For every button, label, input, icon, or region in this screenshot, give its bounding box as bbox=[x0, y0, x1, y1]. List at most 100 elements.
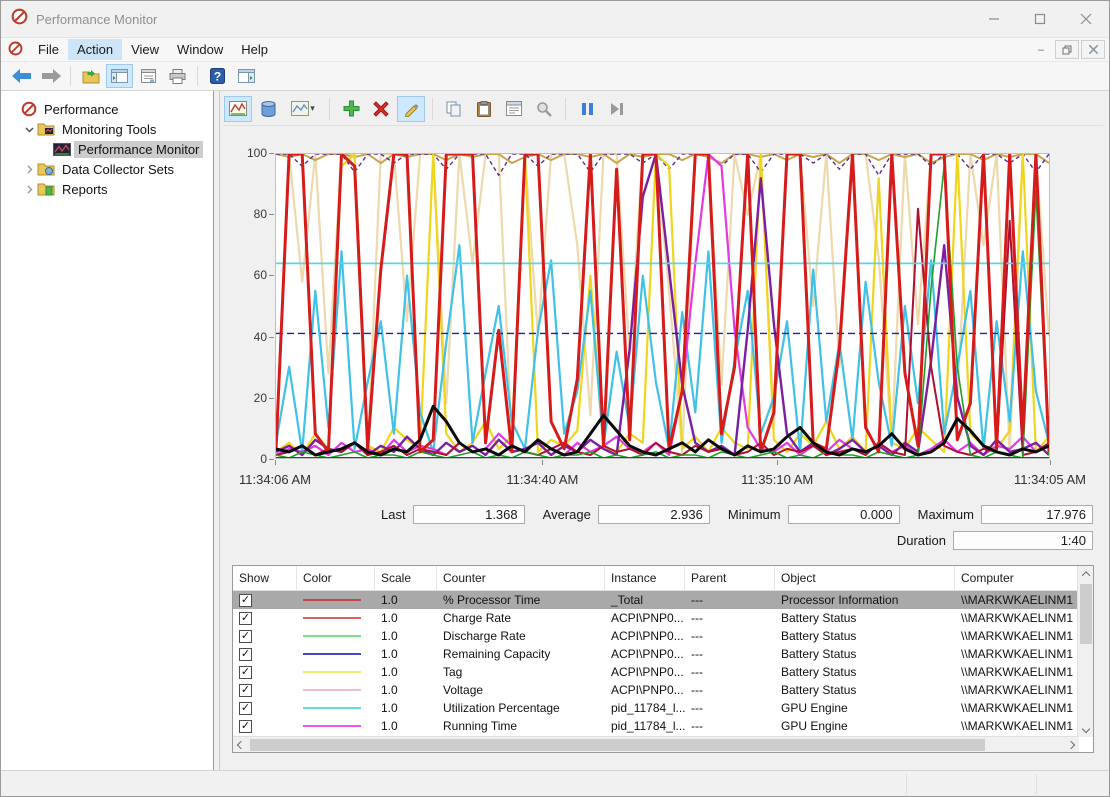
color-swatch bbox=[303, 653, 361, 655]
sidebar-item-performance[interactable]: Performance bbox=[1, 99, 213, 119]
scroll-left-icon[interactable] bbox=[233, 737, 249, 753]
horizontal-scroll-thumb[interactable] bbox=[250, 738, 985, 751]
chevron-expanded-icon[interactable] bbox=[23, 125, 35, 134]
column-header-object[interactable]: Object bbox=[775, 566, 955, 590]
table-row[interactable]: ✓ 1.0 Tag ACPI\PNP0... --- Battery Status \\MA… bbox=[233, 663, 1093, 681]
paste-counter-list-icon[interactable] bbox=[470, 96, 498, 122]
close-button[interactable] bbox=[1063, 1, 1109, 37]
column-header-color[interactable]: Color bbox=[297, 566, 375, 590]
column-header-counter[interactable]: Counter bbox=[437, 566, 605, 590]
change-graph-type-icon[interactable]: ▾ bbox=[284, 96, 322, 122]
horizontal-scrollbar[interactable] bbox=[233, 736, 1079, 752]
column-header-instance[interactable]: Instance bbox=[605, 566, 685, 590]
vertical-scroll-thumb[interactable] bbox=[1080, 584, 1092, 644]
update-data-icon[interactable] bbox=[603, 96, 631, 122]
minimize-button[interactable] bbox=[971, 1, 1017, 37]
y-axis-label: 0 bbox=[260, 452, 267, 466]
delete-counter-icon[interactable] bbox=[367, 96, 395, 122]
menu-item-action[interactable]: Action bbox=[67, 39, 123, 60]
cell-computer: \\MARKWKAELINM1 bbox=[961, 683, 1074, 697]
table-row[interactable]: ✓ 1.0 Utilization Percentage pid_11784_l...… bbox=[233, 699, 1093, 717]
properties-icon[interactable] bbox=[135, 64, 162, 88]
folder-reports-icon bbox=[37, 182, 55, 196]
performance-graph bbox=[275, 153, 1050, 459]
show-console-tree-icon[interactable] bbox=[106, 64, 133, 88]
table-row[interactable]: ✓ 1.0 Running Time pid_11784_l... --- GPU Eng… bbox=[233, 717, 1093, 735]
show-checkbox[interactable]: ✓ bbox=[239, 611, 252, 625]
mdi-restore-button[interactable] bbox=[1055, 40, 1079, 59]
cell-counter: Voltage bbox=[443, 683, 484, 697]
vertical-scrollbar[interactable] bbox=[1077, 566, 1093, 737]
sidebar-item-label: Performance Monitor bbox=[74, 140, 204, 158]
show-checkbox[interactable]: ✓ bbox=[239, 719, 252, 733]
column-header-show[interactable]: Show bbox=[233, 566, 297, 590]
table-row[interactable]: ✓ 1.0 Voltage ACPI\PNP0... --- Battery Status… bbox=[233, 681, 1093, 699]
table-row[interactable]: ✓ 1.0 Remaining Capacity ACPI\PNP0... --- Bat… bbox=[233, 645, 1093, 663]
cell-parent: --- bbox=[691, 611, 703, 625]
add-counter-icon[interactable] bbox=[337, 96, 365, 122]
y-axis-tick bbox=[269, 214, 274, 216]
cell-scale: 1.0 bbox=[381, 665, 398, 679]
export-icon[interactable] bbox=[77, 64, 104, 88]
show-checkbox[interactable]: ✓ bbox=[239, 701, 252, 715]
show-checkbox[interactable]: ✓ bbox=[239, 629, 252, 643]
sidebar-item-monitoring-tools[interactable]: Monitoring Tools bbox=[1, 119, 213, 139]
properties-dialog-icon[interactable] bbox=[500, 96, 528, 122]
show-checkbox[interactable]: ✓ bbox=[239, 683, 252, 697]
color-swatch bbox=[303, 599, 361, 601]
title-bar: Performance Monitor bbox=[1, 1, 1109, 37]
back-icon[interactable] bbox=[8, 64, 35, 88]
sidebar-item-performance-monitor[interactable]: Performance Monitor bbox=[1, 139, 213, 159]
cell-object: Battery Status bbox=[781, 683, 857, 697]
column-header-scale[interactable]: Scale bbox=[375, 566, 437, 590]
cell-object: GPU Engine bbox=[781, 701, 848, 715]
scroll-up-icon[interactable] bbox=[1078, 566, 1094, 582]
workspace: Performance Monitoring Tools Performance M… bbox=[1, 91, 1109, 771]
app-icon bbox=[11, 8, 28, 30]
table-row[interactable]: ✓ 1.0 Charge Rate ACPI\PNP0... --- Battery St… bbox=[233, 609, 1093, 627]
show-checkbox[interactable]: ✓ bbox=[239, 593, 252, 607]
y-axis-label: 80 bbox=[253, 207, 267, 222]
show-checkbox[interactable]: ✓ bbox=[239, 665, 252, 679]
cell-computer: \\MARKWKAELINM1 bbox=[961, 611, 1074, 625]
zoom-icon[interactable] bbox=[530, 96, 558, 122]
mdi-minimize-button[interactable]: – bbox=[1029, 40, 1053, 59]
sidebar-item-reports[interactable]: Reports bbox=[1, 179, 213, 199]
menu-item-file[interactable]: File bbox=[29, 39, 68, 60]
cell-computer: \\MARKWKAELINM1 bbox=[961, 629, 1074, 643]
show-action-pane-icon[interactable] bbox=[233, 64, 260, 88]
help-icon[interactable]: ? bbox=[204, 64, 231, 88]
mdi-close-button[interactable] bbox=[1081, 40, 1105, 59]
freeze-display-icon[interactable] bbox=[573, 96, 601, 122]
print-icon[interactable] bbox=[164, 64, 191, 88]
table-row[interactable]: ✓ 1.0 Discharge Rate ACPI\PNP0... --- Battery… bbox=[233, 627, 1093, 645]
cell-parent: --- bbox=[691, 719, 703, 733]
cell-counter: Remaining Capacity bbox=[443, 647, 551, 661]
cell-scale: 1.0 bbox=[381, 611, 398, 625]
cell-object: Battery Status bbox=[781, 647, 857, 661]
maximize-button[interactable] bbox=[1017, 1, 1063, 37]
scroll-down-icon[interactable] bbox=[1078, 721, 1094, 737]
view-log-data-icon[interactable] bbox=[254, 96, 282, 122]
table-row[interactable]: ✓ 1.0 % Processor Time _Total --- Processor I… bbox=[233, 591, 1093, 609]
y-axis-tick bbox=[269, 459, 274, 460]
show-checkbox[interactable]: ✓ bbox=[239, 647, 252, 661]
copy-properties-icon[interactable] bbox=[440, 96, 468, 122]
chevron-collapsed-icon[interactable] bbox=[23, 185, 35, 194]
column-header-computer[interactable]: Computer bbox=[955, 566, 1078, 590]
chevron-collapsed-icon[interactable] bbox=[23, 165, 35, 174]
cell-computer: \\MARKWKAELINM1 bbox=[961, 665, 1074, 679]
column-header-parent[interactable]: Parent bbox=[685, 566, 775, 590]
view-current-activity-icon[interactable] bbox=[224, 95, 252, 122]
cell-computer: \\MARKWKAELINM1 bbox=[961, 701, 1074, 715]
highlight-icon[interactable] bbox=[397, 95, 425, 122]
menu-item-help[interactable]: Help bbox=[232, 39, 277, 60]
toolbar-separator bbox=[70, 66, 71, 86]
color-swatch bbox=[303, 635, 361, 637]
toolbar-separator bbox=[197, 66, 198, 86]
menu-item-window[interactable]: Window bbox=[168, 39, 232, 60]
scroll-right-icon[interactable] bbox=[1063, 737, 1079, 753]
forward-icon[interactable] bbox=[37, 64, 64, 88]
sidebar-item-data-collector-sets[interactable]: Data Collector Sets bbox=[1, 159, 213, 179]
menu-item-view[interactable]: View bbox=[122, 39, 168, 60]
